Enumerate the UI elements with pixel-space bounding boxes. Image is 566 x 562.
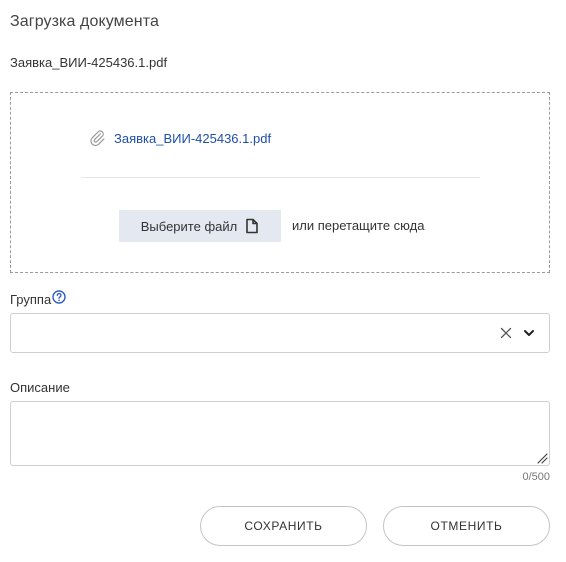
group-label: Группа — [10, 292, 52, 307]
attached-file: Заявка_ВИИ-425436.1.pdf — [88, 129, 271, 147]
page-title: Загрузка документа — [10, 13, 159, 30]
dropzone-divider — [81, 177, 480, 178]
file-icon — [246, 218, 259, 234]
group-select[interactable] — [10, 313, 550, 353]
drag-hint: или перетащите сюда — [292, 218, 425, 233]
save-button[interactable]: СОХРАНИТЬ — [200, 506, 367, 546]
document-filename: Заявка_ВИИ-425436.1.pdf — [10, 55, 168, 70]
choose-file-label: Выберите файл — [140, 218, 238, 234]
chevron-down-icon[interactable] — [523, 327, 535, 339]
group-label-row: Группа — [10, 290, 66, 307]
cancel-button[interactable]: ОТМЕНИТЬ — [383, 506, 550, 546]
description-label: Описание — [10, 380, 70, 395]
resize-handle-icon[interactable] — [536, 452, 548, 464]
description-counter: 0/500 — [522, 471, 550, 483]
choose-file-button[interactable]: Выберите файл — [119, 210, 281, 242]
help-icon[interactable] — [52, 290, 66, 304]
paperclip-icon — [90, 130, 105, 147]
file-dropzone[interactable]: Заявка_ВИИ-425436.1.pdf Выберите файл ил… — [10, 92, 550, 273]
attached-file-link[interactable]: Заявка_ВИИ-425436.1.pdf — [114, 131, 271, 146]
description-textarea[interactable] — [10, 401, 550, 466]
clear-icon[interactable] — [499, 326, 513, 340]
